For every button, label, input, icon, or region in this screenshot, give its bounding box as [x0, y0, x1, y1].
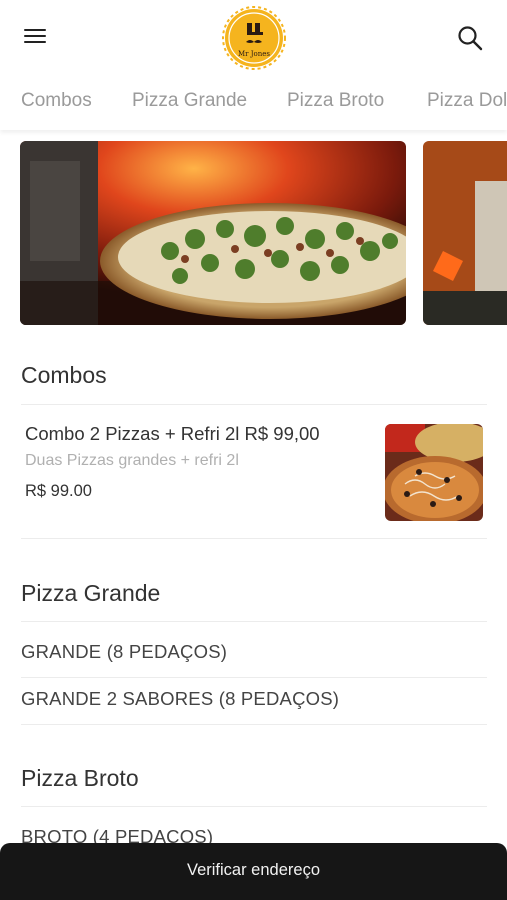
divider [21, 806, 487, 807]
product-thumbnail[interactable] [385, 424, 483, 521]
tab-pizza-doce[interactable]: Pizza Dol [427, 90, 507, 112]
banner-second-image[interactable] [423, 141, 507, 325]
section-title-pizza-grande: Pizza Grande [21, 580, 161, 606]
tab-pizza-grande[interactable]: Pizza Grande [132, 90, 247, 112]
product-name[interactable]: Combo 2 Pizzas + Refri 2l R$ 99,00 [25, 423, 320, 445]
tab-combos[interactable]: Combos [21, 90, 92, 112]
list-item-grande[interactable]: GRANDE (8 PEDAÇOS) [21, 641, 227, 663]
banner-pizza-image[interactable] [20, 141, 406, 325]
category-tabs: Combos Pizza Grande Pizza Broto Pizza Do… [0, 78, 507, 130]
logo-text: Mr Jones [238, 50, 270, 58]
verify-address-label: Verificar endereço [187, 861, 320, 879]
list-item-grande-2-sabores[interactable]: GRANDE 2 SABORES (8 PEDAÇOS) [21, 688, 339, 710]
verify-address-button[interactable]: Verificar endereço [0, 843, 507, 900]
tab-pizza-broto[interactable]: Pizza Broto [287, 90, 384, 112]
product-description: Duas Pizzas grandes + refri 2l [25, 452, 239, 469]
divider [21, 404, 487, 405]
store-logo[interactable]: Mr Jones [222, 6, 286, 70]
app-bar: Mr Jones [0, 0, 507, 72]
divider [21, 538, 487, 539]
section-title-pizza-broto: Pizza Broto [21, 765, 139, 791]
hamburger-menu-icon[interactable] [22, 26, 48, 46]
divider [21, 621, 487, 622]
divider [21, 724, 487, 725]
divider [21, 677, 487, 678]
product-price: R$ 99.00 [25, 482, 92, 500]
section-title-combos: Combos [21, 362, 107, 388]
search-icon[interactable] [456, 24, 484, 52]
